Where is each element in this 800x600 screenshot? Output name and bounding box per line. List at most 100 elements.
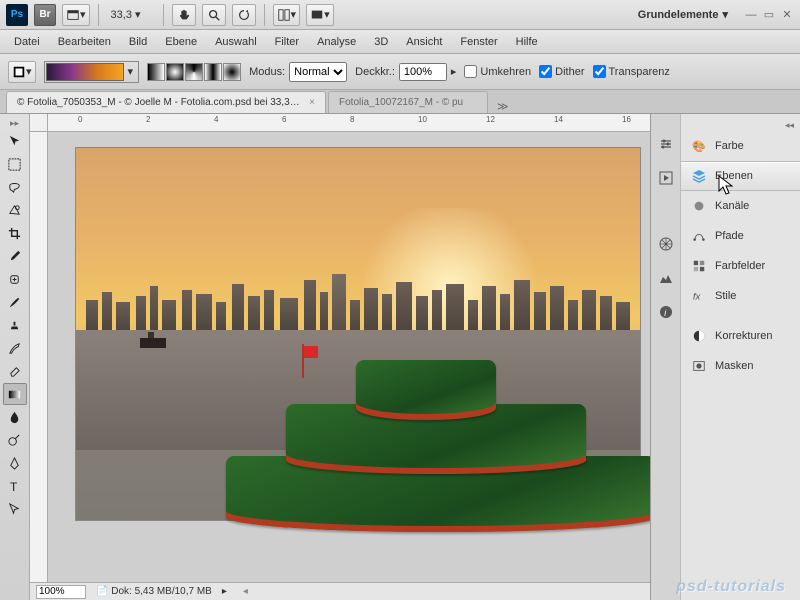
document-tab-active[interactable]: © Fotolia_7050353_M - © Joelle M - Fotol… — [6, 91, 326, 113]
ruler-origin[interactable] — [30, 114, 48, 132]
tool-preset-picker[interactable]: ▾ — [8, 61, 36, 83]
navigator-icon[interactable] — [656, 234, 676, 254]
opacity-input[interactable] — [399, 63, 447, 81]
menu-auswahl[interactable]: Auswahl — [207, 33, 265, 51]
view-extras-dropdown[interactable]: ▾ — [62, 4, 90, 26]
swatches-icon — [691, 258, 707, 274]
watermark-text: psd-tutorials — [676, 578, 786, 596]
document-tab-inactive[interactable]: Fotolia_10072167_M - © pu — [328, 91, 488, 113]
vertical-ruler[interactable] — [30, 132, 48, 582]
menu-hilfe[interactable]: Hilfe — [508, 33, 546, 51]
panel-stile[interactable]: fxStile — [681, 281, 800, 311]
panel-korrekturen[interactable]: Korrekturen — [681, 321, 800, 351]
doc-size-readout: 📄 Dok: 5,43 MB/10,7 MB — [96, 586, 212, 597]
play-icon[interactable] — [656, 168, 676, 188]
zoom-tool-shortcut[interactable] — [202, 4, 226, 26]
rotate-view-shortcut[interactable] — [232, 4, 256, 26]
panel-ebenen[interactable]: Ebenen — [681, 161, 800, 191]
menu-analyse[interactable]: Analyse — [309, 33, 364, 51]
menu-filter[interactable]: Filter — [267, 33, 307, 51]
palette-icon: 🎨 — [691, 138, 707, 154]
scroll-left-icon[interactable]: ◂ — [243, 586, 248, 597]
photoshop-logo: Ps — [6, 4, 28, 26]
document-image — [76, 148, 640, 520]
status-menu-icon[interactable]: ▸ — [222, 586, 227, 597]
quick-select-tool[interactable] — [3, 199, 27, 221]
histogram-icon[interactable] — [656, 268, 676, 288]
marquee-tool[interactable] — [3, 153, 27, 175]
panel-farbfelder[interactable]: Farbfelder — [681, 251, 800, 281]
path-select-tool[interactable] — [3, 498, 27, 520]
menu-3d[interactable]: 3D — [366, 33, 396, 51]
tools-collapse-icon[interactable]: ▸▸ — [0, 118, 29, 129]
menu-bearbeiten[interactable]: Bearbeiten — [50, 33, 119, 51]
panel-farbe[interactable]: 🎨Farbe — [681, 131, 800, 161]
blur-tool[interactable] — [3, 406, 27, 428]
zoom-level-dropdown[interactable]: 33,3 ▾ — [107, 7, 155, 22]
mask-icon — [691, 358, 707, 374]
adjust-icon — [691, 328, 707, 344]
menu-ebene[interactable]: Ebene — [157, 33, 205, 51]
healing-brush-tool[interactable] — [3, 268, 27, 290]
dither-checkbox[interactable]: Dither — [539, 65, 584, 78]
dodge-tool[interactable] — [3, 429, 27, 451]
eraser-tool[interactable] — [3, 360, 27, 382]
status-bar: 📄 Dok: 5,43 MB/10,7 MB ▸ ◂ — [30, 582, 650, 600]
move-tool[interactable] — [3, 130, 27, 152]
minimize-button[interactable]: — — [744, 8, 758, 22]
tool-options-bar: ▾ ▾ Modus: Normal Deckkr.: ▸ Umkehren Di… — [0, 54, 800, 90]
panel-masken[interactable]: Masken — [681, 351, 800, 381]
canvas-area[interactable] — [48, 132, 650, 582]
adjustments-icon[interactable] — [656, 134, 676, 154]
layers-icon — [691, 168, 707, 184]
bridge-button[interactable]: Br — [34, 4, 56, 26]
eyedropper-tool[interactable] — [3, 245, 27, 267]
close-tab-icon[interactable]: × — [309, 97, 315, 108]
gradient-type-group[interactable] — [147, 63, 241, 81]
paths-icon — [691, 228, 707, 244]
info-icon[interactable]: i — [656, 302, 676, 322]
menu-bild[interactable]: Bild — [121, 33, 155, 51]
crop-tool[interactable] — [3, 222, 27, 244]
brush-tool[interactable] — [3, 291, 27, 313]
panel-list: ◂◂ 🎨Farbe Ebenen Kanäle Pfade Farbfelder… — [681, 114, 800, 600]
opacity-label: Deckkr.: — [355, 66, 395, 78]
panel-collapse-icon[interactable]: ◂◂ — [681, 120, 800, 131]
workspace-switcher[interactable]: Grundelemente ▾ — [638, 8, 728, 21]
svg-text:T: T — [10, 480, 18, 494]
transparency-checkbox[interactable]: Transparenz — [593, 65, 670, 78]
styles-icon: fx — [691, 288, 707, 304]
svg-text:fx: fx — [693, 292, 702, 303]
right-panel-dock: i ◂◂ 🎨Farbe Ebenen Kanäle Pfade Farbfeld… — [650, 114, 800, 600]
gradient-tool[interactable] — [3, 383, 27, 405]
horizontal-ruler[interactable]: 0246810121416 — [48, 114, 650, 132]
reverse-checkbox[interactable]: Umkehren — [464, 65, 531, 78]
panel-pfade[interactable]: Pfade — [681, 221, 800, 251]
history-brush-tool[interactable] — [3, 337, 27, 359]
menu-datei[interactable]: Datei — [6, 33, 48, 51]
document-window: 0246810121416 — [30, 114, 650, 600]
collapsed-panel-icons: i — [651, 114, 681, 600]
clone-stamp-tool[interactable] — [3, 314, 27, 336]
menu-bar: Datei Bearbeiten Bild Ebene Auswahl Filt… — [0, 30, 800, 54]
screen-mode-dropdown[interactable]: ▾ — [306, 4, 334, 26]
hand-tool-shortcut[interactable] — [172, 4, 196, 26]
menu-ansicht[interactable]: Ansicht — [398, 33, 450, 51]
arrange-documents-dropdown[interactable]: ▾ — [273, 4, 301, 26]
menu-fenster[interactable]: Fenster — [452, 33, 505, 51]
close-button[interactable]: ✕ — [780, 8, 794, 22]
status-zoom-input[interactable] — [36, 585, 86, 599]
type-tool[interactable]: T — [3, 475, 27, 497]
application-bar: Ps Br ▾ 33,3 ▾ ▾ ▾ Grundelemente ▾ — ▭ ✕ — [0, 0, 800, 30]
blend-mode-select[interactable]: Normal — [289, 62, 347, 82]
tools-panel: ▸▸ T — [0, 114, 30, 600]
lasso-tool[interactable] — [3, 176, 27, 198]
document-tab-bar: © Fotolia_7050353_M - © Joelle M - Fotol… — [0, 90, 800, 114]
gradient-picker[interactable]: ▾ — [44, 61, 140, 83]
panel-kanaele[interactable]: Kanäle — [681, 191, 800, 221]
maximize-button[interactable]: ▭ — [762, 8, 776, 22]
channels-icon — [691, 198, 707, 214]
mode-label: Modus: — [249, 66, 285, 78]
pen-tool[interactable] — [3, 452, 27, 474]
tab-scroll-right-icon[interactable]: ≫ — [494, 100, 512, 113]
